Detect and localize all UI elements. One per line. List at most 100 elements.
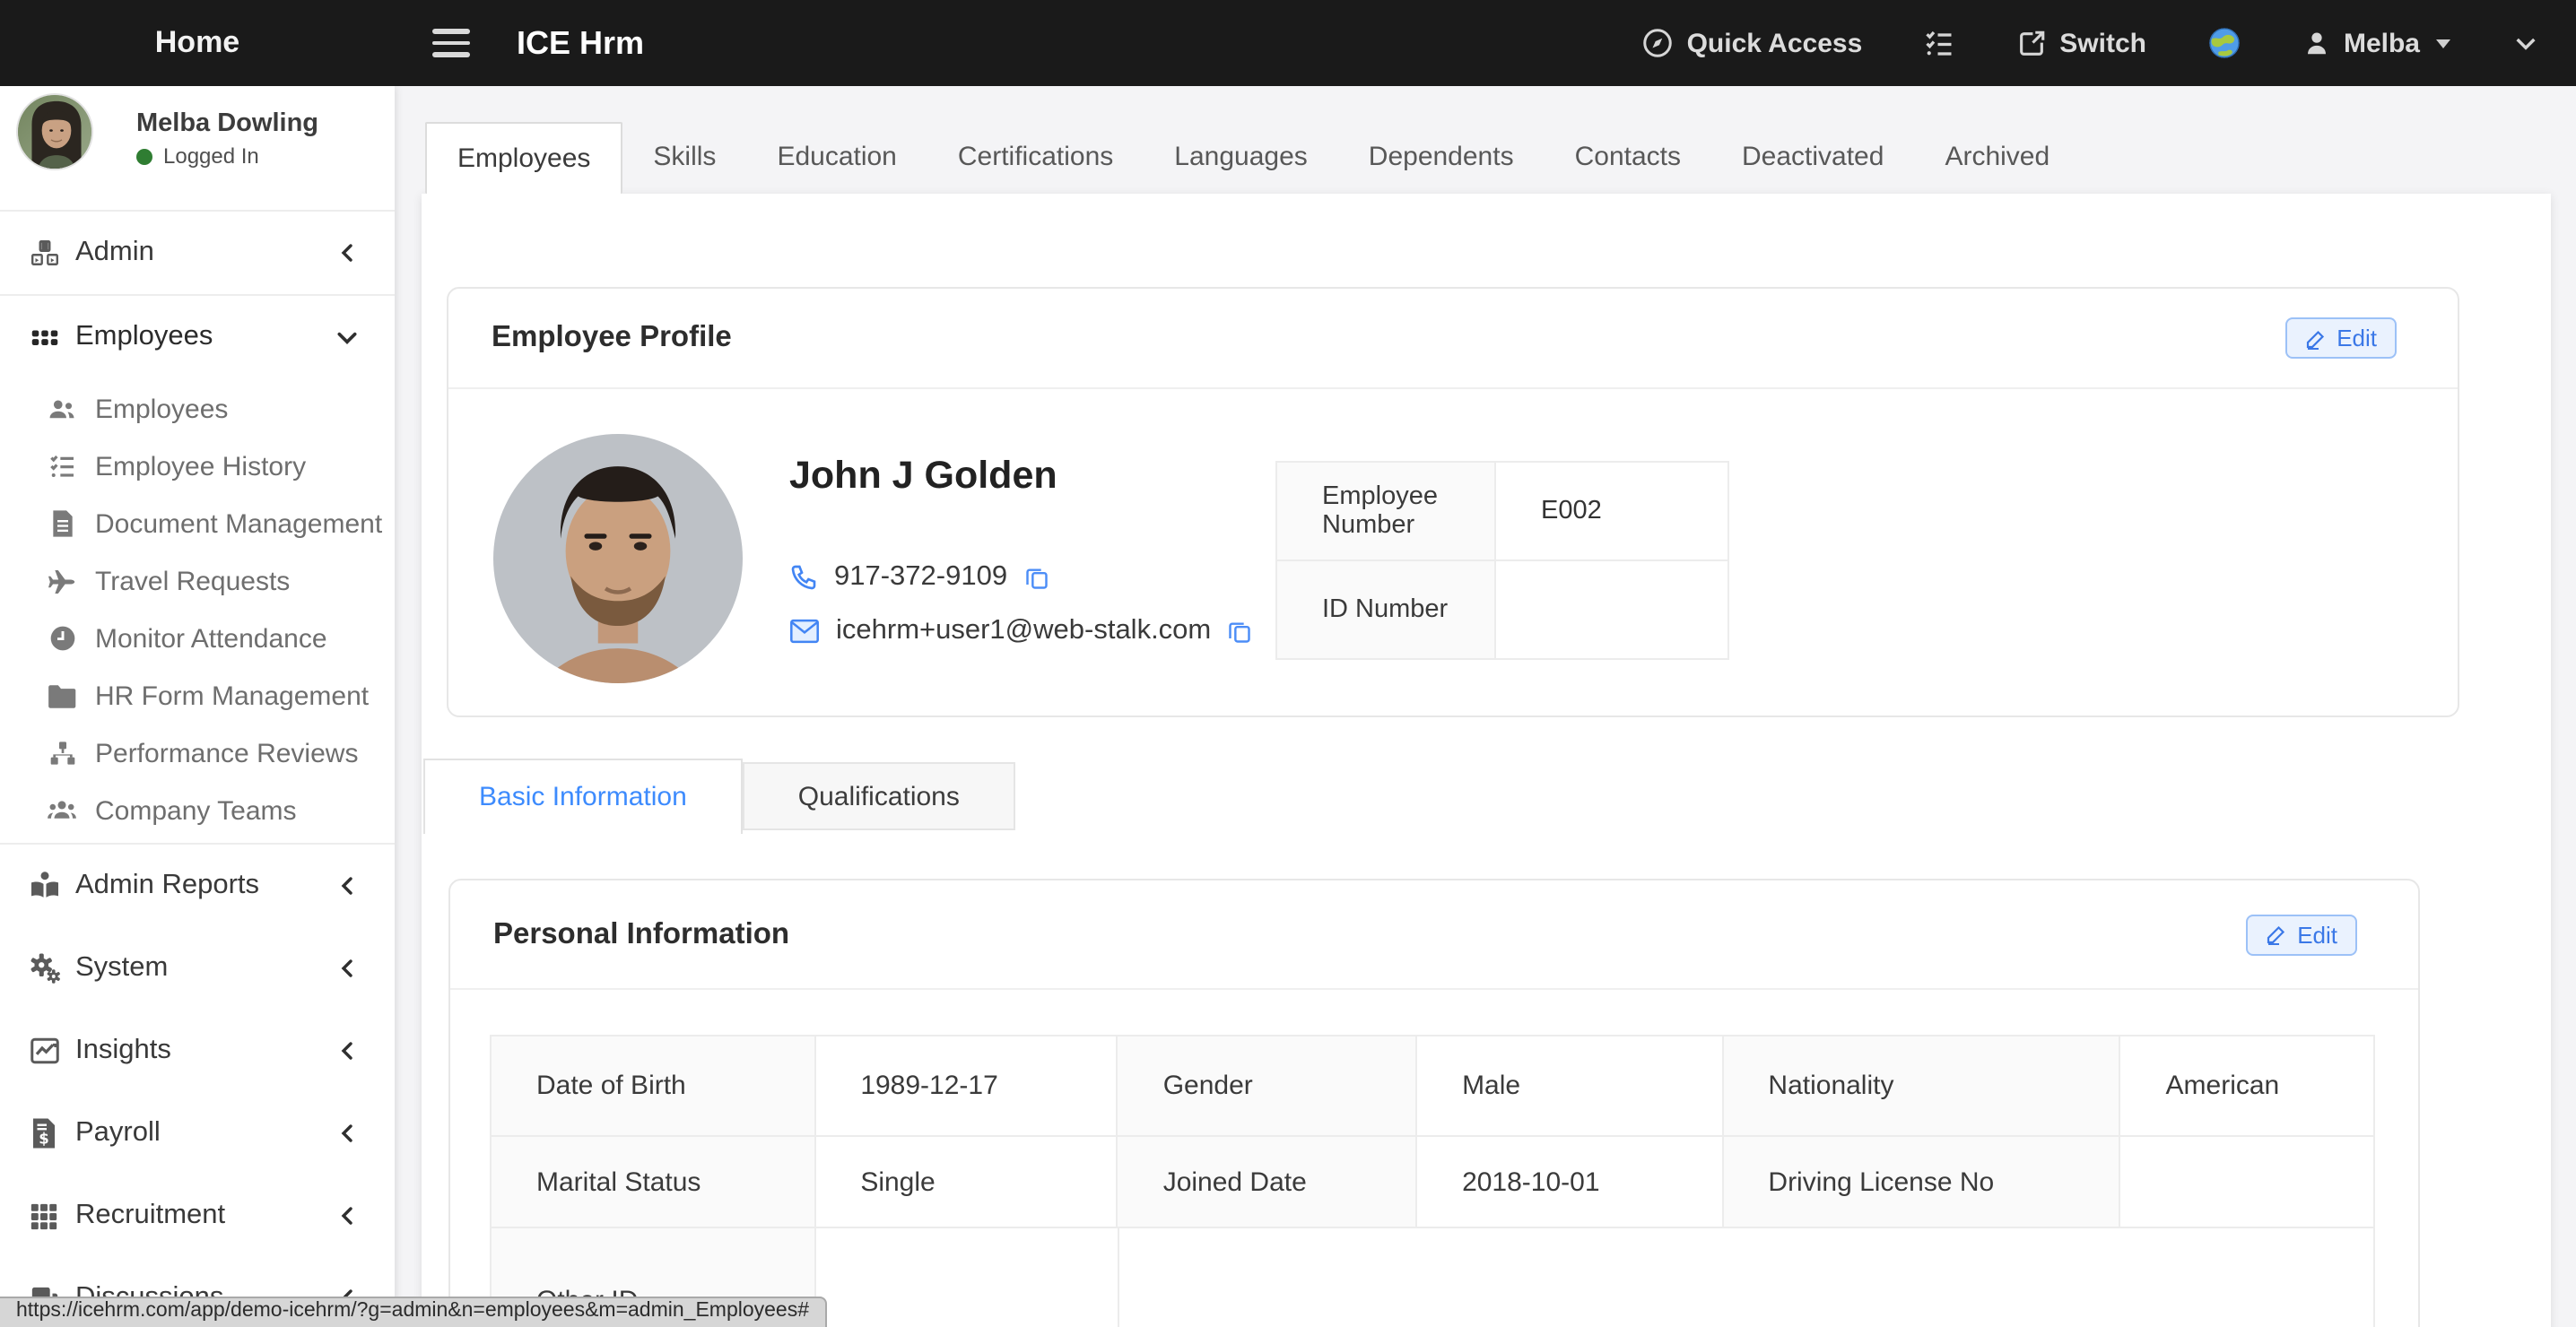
status-dot xyxy=(136,148,152,164)
employee-name: John J Golden xyxy=(789,454,1057,499)
tab-education[interactable]: Education xyxy=(746,122,927,194)
home-menu[interactable]: Home xyxy=(0,25,395,61)
chevron-left-icon xyxy=(337,958,359,979)
tab-deactivated[interactable]: Deactivated xyxy=(1711,122,1914,194)
field-label: Gender xyxy=(1118,1036,1417,1135)
book-reader-icon xyxy=(27,870,61,902)
quick-access-button[interactable]: Quick Access xyxy=(1642,27,1863,59)
tab-basic-information[interactable]: Basic Information xyxy=(423,759,743,834)
employee-phone-row: 917-372-9109 xyxy=(789,561,1049,594)
switch-button[interactable]: Switch xyxy=(2016,28,2146,58)
sidebar-item-system[interactable]: System xyxy=(0,927,395,1010)
field-value xyxy=(816,1228,1119,1327)
tab-languages[interactable]: Languages xyxy=(1144,122,1338,194)
personal-information-header: Personal Information Edit xyxy=(450,880,2418,990)
field-value: American xyxy=(2121,1036,2373,1135)
sidebar-item-performance-reviews[interactable]: Performance Reviews xyxy=(0,724,395,782)
employee-email-row: icehrm+user1@web-stalk.com xyxy=(789,615,1252,647)
chevron-left-icon xyxy=(337,1205,359,1227)
chevron-down-icon xyxy=(2511,29,2540,57)
cubes-icon xyxy=(27,237,61,269)
table-row: Employee Number E002 xyxy=(1277,463,1727,559)
employee-profile-title: Employee Profile xyxy=(492,321,732,355)
sidebar-profile: Melba Dowling Logged In xyxy=(0,86,395,212)
employee-photo xyxy=(493,434,743,683)
sidebar-nav: Admin Employees xyxy=(0,212,395,1327)
chevron-left-icon xyxy=(337,1123,359,1144)
list-check-icon xyxy=(1923,27,1955,59)
tab-dependents[interactable]: Dependents xyxy=(1338,122,1545,194)
sidebar-item-company-teams[interactable]: Company Teams xyxy=(0,782,395,839)
sidebar-item-insights[interactable]: Insights xyxy=(0,1010,395,1092)
chevron-left-icon xyxy=(337,242,359,264)
tab-skills[interactable]: Skills xyxy=(622,122,746,194)
field-value xyxy=(1119,1228,2373,1327)
sidebar-item-employee-history[interactable]: Employee History xyxy=(0,438,395,495)
file-icon xyxy=(47,509,77,538)
employee-phone[interactable]: 917-372-9109 xyxy=(834,561,1007,594)
switch-icon xyxy=(2016,28,2047,58)
tab-contacts[interactable]: Contacts xyxy=(1545,122,1711,194)
field-value xyxy=(2121,1137,2373,1227)
sidebar-item-document-management[interactable]: Document Management xyxy=(0,495,395,552)
field-label: Date of Birth xyxy=(492,1036,815,1135)
tab-certifications[interactable]: Certifications xyxy=(927,122,1144,194)
field-label: Marital Status xyxy=(492,1137,815,1227)
module-tabs: Employees Skills Education Certification… xyxy=(425,122,2080,194)
user-menu[interactable]: Melba xyxy=(2304,28,2450,58)
sidebar-item-monitor-attendance[interactable]: Monitor Attendance xyxy=(0,610,395,667)
tab-employees[interactable]: Employees xyxy=(425,122,622,194)
sidebar-item-admin[interactable]: Admin xyxy=(0,212,395,296)
copy-email-icon[interactable] xyxy=(1227,618,1252,645)
pen-icon xyxy=(2304,327,2326,349)
topbar-actions: Quick Access Switch xyxy=(1642,25,2576,61)
chart-line-icon xyxy=(27,1035,61,1067)
grid-icon xyxy=(27,321,61,353)
field-value: 2018-10-01 xyxy=(1417,1137,1723,1227)
pen-icon xyxy=(2265,924,2286,945)
field-label: Driving License No xyxy=(1723,1137,2120,1227)
avatar xyxy=(16,93,93,170)
field-label: Nationality xyxy=(1723,1036,2120,1135)
sidebar-item-payroll[interactable]: $ Payroll xyxy=(0,1092,395,1175)
globe-puzzle-icon xyxy=(2207,25,2243,61)
copy-phone-icon[interactable] xyxy=(1023,564,1049,591)
sidebar-item-hr-form-management[interactable]: HR Form Management xyxy=(0,667,395,724)
language-button[interactable] xyxy=(2207,25,2243,61)
field-value xyxy=(1496,561,1727,658)
field-label: Employee Number xyxy=(1277,463,1496,559)
invoice-icon: $ xyxy=(27,1117,61,1149)
tasks-button[interactable] xyxy=(1923,27,1955,59)
folder-icon xyxy=(47,682,77,709)
employee-profile-edit-button[interactable]: Edit xyxy=(2284,317,2397,359)
personal-information-card: Personal Information Edit Date of Birth … xyxy=(448,879,2420,1327)
personal-information-edit-button[interactable]: Edit xyxy=(2245,914,2357,955)
field-value: E002 xyxy=(1496,463,1727,559)
field-value: 1989-12-17 xyxy=(815,1036,1118,1135)
topbar: Home ICE Hrm Quick Access xyxy=(0,0,2576,86)
envelope-icon xyxy=(789,619,820,644)
tab-archived[interactable]: Archived xyxy=(1914,122,2080,194)
hamburger-menu-icon[interactable] xyxy=(432,30,470,57)
sidebar-item-travel-requests[interactable]: Travel Requests xyxy=(0,552,395,610)
personal-information-table: Date of Birth 1989-12-17 Gender Male Nat… xyxy=(490,1035,2375,1327)
link-preview-url: https://icehrm.com/app/demo-icehrm/?g=ad… xyxy=(16,1300,809,1322)
sidebar-item-employees-list[interactable]: Employees xyxy=(0,380,395,438)
collapse-header-button[interactable] xyxy=(2511,29,2540,57)
field-value: Single xyxy=(815,1137,1118,1227)
user-icon xyxy=(2304,30,2331,56)
sidebar-item-employees[interactable]: Employees xyxy=(0,296,395,378)
personal-information-title: Personal Information xyxy=(493,917,789,951)
link-preview-statusbar: https://icehrm.com/app/demo-icehrm/?g=ad… xyxy=(0,1297,827,1327)
list-check-icon xyxy=(47,452,77,481)
employee-profile-card: Employee Profile Edit xyxy=(447,287,2459,717)
sidebar-item-recruitment[interactable]: Recruitment xyxy=(0,1175,395,1257)
sidebar-item-admin-reports[interactable]: Admin Reports xyxy=(0,845,395,927)
user-group-icon xyxy=(47,795,77,826)
employee-profile-body: John J Golden 917-372-9109 xyxy=(448,389,2458,717)
employee-profile-header: Employee Profile Edit xyxy=(448,289,2458,389)
field-label: Joined Date xyxy=(1118,1137,1417,1227)
employee-email[interactable]: icehrm+user1@web-stalk.com xyxy=(836,615,1211,647)
tab-qualifications[interactable]: Qualifications xyxy=(743,762,1015,830)
table-row: ID Number xyxy=(1277,559,1727,658)
